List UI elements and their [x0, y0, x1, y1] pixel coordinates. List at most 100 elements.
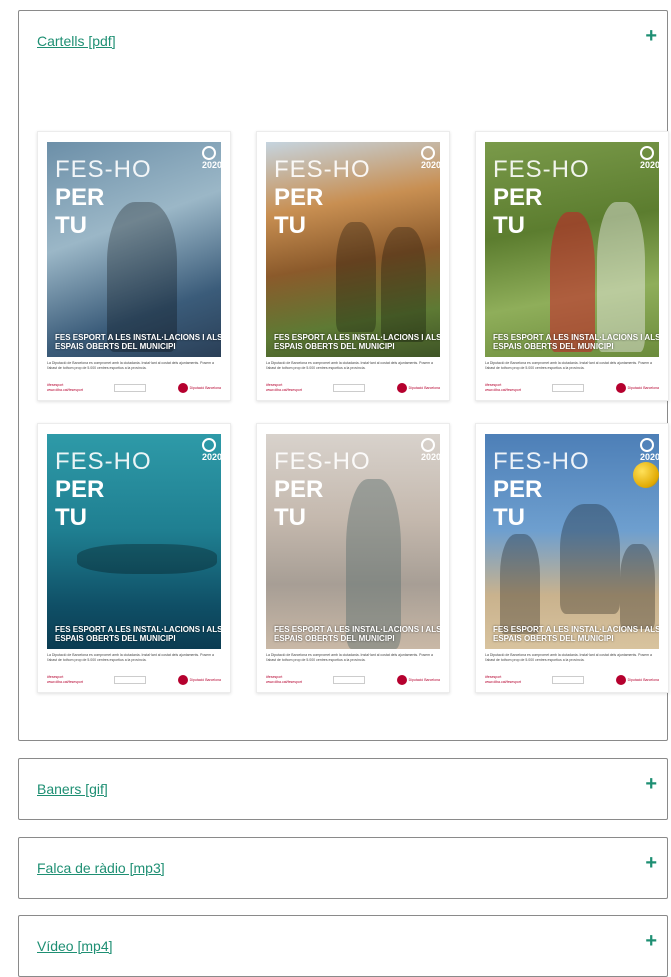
- accordion-falca-radio: Falca de ràdio [mp3] +: [18, 837, 668, 899]
- poster-url: www.diba.cat/fesesport: [266, 388, 302, 392]
- expand-plus-icon[interactable]: +: [645, 930, 657, 953]
- olympic-logo-icon: 2020: [421, 438, 440, 462]
- headline-bold: TU: [493, 504, 525, 531]
- logo-placeholder: [552, 676, 585, 684]
- headline-bold: PER: [274, 184, 324, 211]
- swimmer-figure: [77, 544, 217, 574]
- poster-url: www.diba.cat/fesesport: [47, 680, 83, 684]
- headline-thin: FES-HO: [274, 448, 371, 475]
- poster-image: 2020 FES-HO PER TU FES ESPORT A LES INST…: [485, 142, 659, 357]
- accordion-video: Vídeo [mp4] +: [18, 915, 668, 977]
- poster-tagline: FES ESPORT A LES INSTAL·LACIONS I ALS ES…: [55, 624, 221, 643]
- headline-thin: FES-HO: [493, 448, 590, 475]
- logo-placeholder: [114, 384, 147, 392]
- poster-caption: La Diputació de Barcelona es compromet a…: [266, 653, 433, 662]
- falca-radio-link[interactable]: Falca de ràdio [mp3]: [37, 860, 165, 876]
- accordion-header[interactable]: Falca de ràdio [mp3] +: [19, 838, 667, 898]
- poster-url: www.diba.cat/fesesport: [485, 680, 521, 684]
- player-figure: [620, 544, 655, 629]
- volleyball-icon: [633, 462, 659, 488]
- accordion-header[interactable]: Baners [gif] +: [19, 759, 667, 819]
- headline-bold: PER: [55, 184, 105, 211]
- accordion-header[interactable]: Cartells [pdf] +: [19, 11, 667, 71]
- expand-plus-icon[interactable]: +: [645, 852, 657, 875]
- diputacio-logo-icon: [177, 383, 188, 393]
- athlete-figure: [107, 202, 177, 352]
- diputacio-logo-icon: [615, 383, 626, 393]
- player-figure: [500, 534, 540, 634]
- runner-figure: [597, 202, 645, 352]
- olympic-logo-icon: 2020: [202, 438, 221, 462]
- poster-image: 2020 FES-HO PER TU FES ESPORT A LES INST…: [266, 434, 440, 649]
- poster-footer: #fesesport www.diba.cat/fesesport Diputac…: [47, 383, 221, 393]
- poster-url: www.diba.cat/fesesport: [47, 388, 83, 392]
- headline-thin: FES-HO: [274, 156, 371, 183]
- headline-bold: TU: [274, 504, 306, 531]
- poster-tagline: FES ESPORT A LES INSTAL·LACIONS I ALS ES…: [274, 332, 440, 351]
- video-link[interactable]: Vídeo [mp4]: [37, 938, 113, 954]
- expand-plus-icon[interactable]: +: [645, 773, 657, 796]
- poster-image: 2020 FES-HO PER TU FES ESPORT A LES INST…: [266, 142, 440, 357]
- poster-url: www.diba.cat/fesesport: [266, 680, 302, 684]
- poster-url: www.diba.cat/fesesport: [485, 388, 521, 392]
- poster-footer: #fesesport www.diba.cat/fesesport Diputac…: [266, 383, 440, 393]
- headline-bold: PER: [493, 476, 543, 503]
- diputacio-logo-icon: [396, 383, 407, 393]
- org-name: Diputació Barcelona: [408, 677, 440, 682]
- headline-bold: TU: [274, 212, 306, 239]
- headline-bold: TU: [55, 212, 87, 239]
- headline-bold: PER: [493, 184, 543, 211]
- org-name: Diputació Barcelona: [627, 385, 659, 390]
- olympic-logo-icon: 2020: [421, 146, 440, 170]
- accordion-header[interactable]: Vídeo [mp4] +: [19, 916, 667, 976]
- cyclist-figure: [381, 227, 426, 342]
- diputacio-logo-icon: [396, 675, 407, 685]
- headline-thin: FES-HO: [55, 156, 152, 183]
- poster-caption: La Diputació de Barcelona es compromet a…: [47, 361, 214, 370]
- poster-tagline: FES ESPORT A LES INSTAL·LACIONS I ALS ES…: [55, 332, 221, 351]
- cyclist-figure: [336, 222, 376, 332]
- poster-card[interactable]: 2020 FES-HO PER TU FES ESPORT A LES INST…: [475, 131, 669, 401]
- org-name: Diputació Barcelona: [408, 385, 440, 390]
- poster-caption: La Diputació de Barcelona es compromet a…: [485, 653, 652, 662]
- poster-caption: La Diputació de Barcelona es compromet a…: [266, 361, 433, 370]
- headline-thin: FES-HO: [493, 156, 590, 183]
- org-name: Diputació Barcelona: [189, 385, 221, 390]
- headline-bold: PER: [55, 476, 105, 503]
- poster-tagline: FES ESPORT A LES INSTAL·LACIONS I ALS ES…: [274, 624, 440, 643]
- accordion-cartells: Cartells [pdf] + 2020 FES-HO PER TU FES …: [18, 10, 669, 741]
- logo-placeholder: [552, 384, 585, 392]
- poster-card[interactable]: 2020 FES-HO PER TU FES ESPORT A LES INST…: [37, 131, 231, 401]
- poster-tagline: FES ESPORT A LES INSTAL·LACIONS I ALS ES…: [493, 332, 659, 351]
- headline-bold: PER: [274, 476, 324, 503]
- expand-plus-icon[interactable]: +: [645, 25, 657, 48]
- poster-grid: 2020 FES-HO PER TU FES ESPORT A LES INST…: [37, 131, 669, 693]
- olympic-logo-icon: 2020: [640, 146, 659, 170]
- cartells-link[interactable]: Cartells [pdf]: [37, 33, 116, 49]
- org-name: Diputació Barcelona: [189, 677, 221, 682]
- diputacio-logo-icon: [615, 675, 626, 685]
- runner-figure: [346, 479, 401, 649]
- headline-bold: TU: [55, 504, 87, 531]
- poster-caption: La Diputació de Barcelona es compromet a…: [47, 653, 214, 662]
- poster-card[interactable]: 2020 FES-HO PER TU FES ESPORT A LES INST…: [37, 423, 231, 693]
- logo-placeholder: [333, 676, 366, 684]
- poster-card[interactable]: 2020 FES-HO PER TU FES ESPORT A LES INST…: [256, 423, 450, 693]
- logo-placeholder: [114, 676, 147, 684]
- poster-footer: #fesesport www.diba.cat/fesesport Diputac…: [485, 675, 659, 685]
- diputacio-logo-icon: [177, 675, 188, 685]
- poster-footer: #fesesport www.diba.cat/fesesport Diputac…: [266, 675, 440, 685]
- poster-caption: La Diputació de Barcelona es compromet a…: [485, 361, 652, 370]
- olympic-logo-icon: 2020: [202, 146, 221, 170]
- accordion-baners: Baners [gif] +: [18, 758, 668, 820]
- poster-footer: #fesesport www.diba.cat/fesesport Diputac…: [47, 675, 221, 685]
- baners-link[interactable]: Baners [gif]: [37, 781, 108, 797]
- headline-thin: FES-HO: [55, 448, 152, 475]
- poster-card[interactable]: 2020 FES-HO PER TU FES ESPORT A LES INST…: [256, 131, 450, 401]
- logo-placeholder: [333, 384, 366, 392]
- poster-card[interactable]: 2020 FES-HO PER TU FES ESPORT A LES INST…: [475, 423, 669, 693]
- poster-image: 2020 FES-HO PER TU FES ESPORT A LES INST…: [47, 142, 221, 357]
- olympic-logo-icon: 2020: [640, 438, 659, 462]
- headline-bold: TU: [493, 212, 525, 239]
- poster-footer: #fesesport www.diba.cat/fesesport Diputac…: [485, 383, 659, 393]
